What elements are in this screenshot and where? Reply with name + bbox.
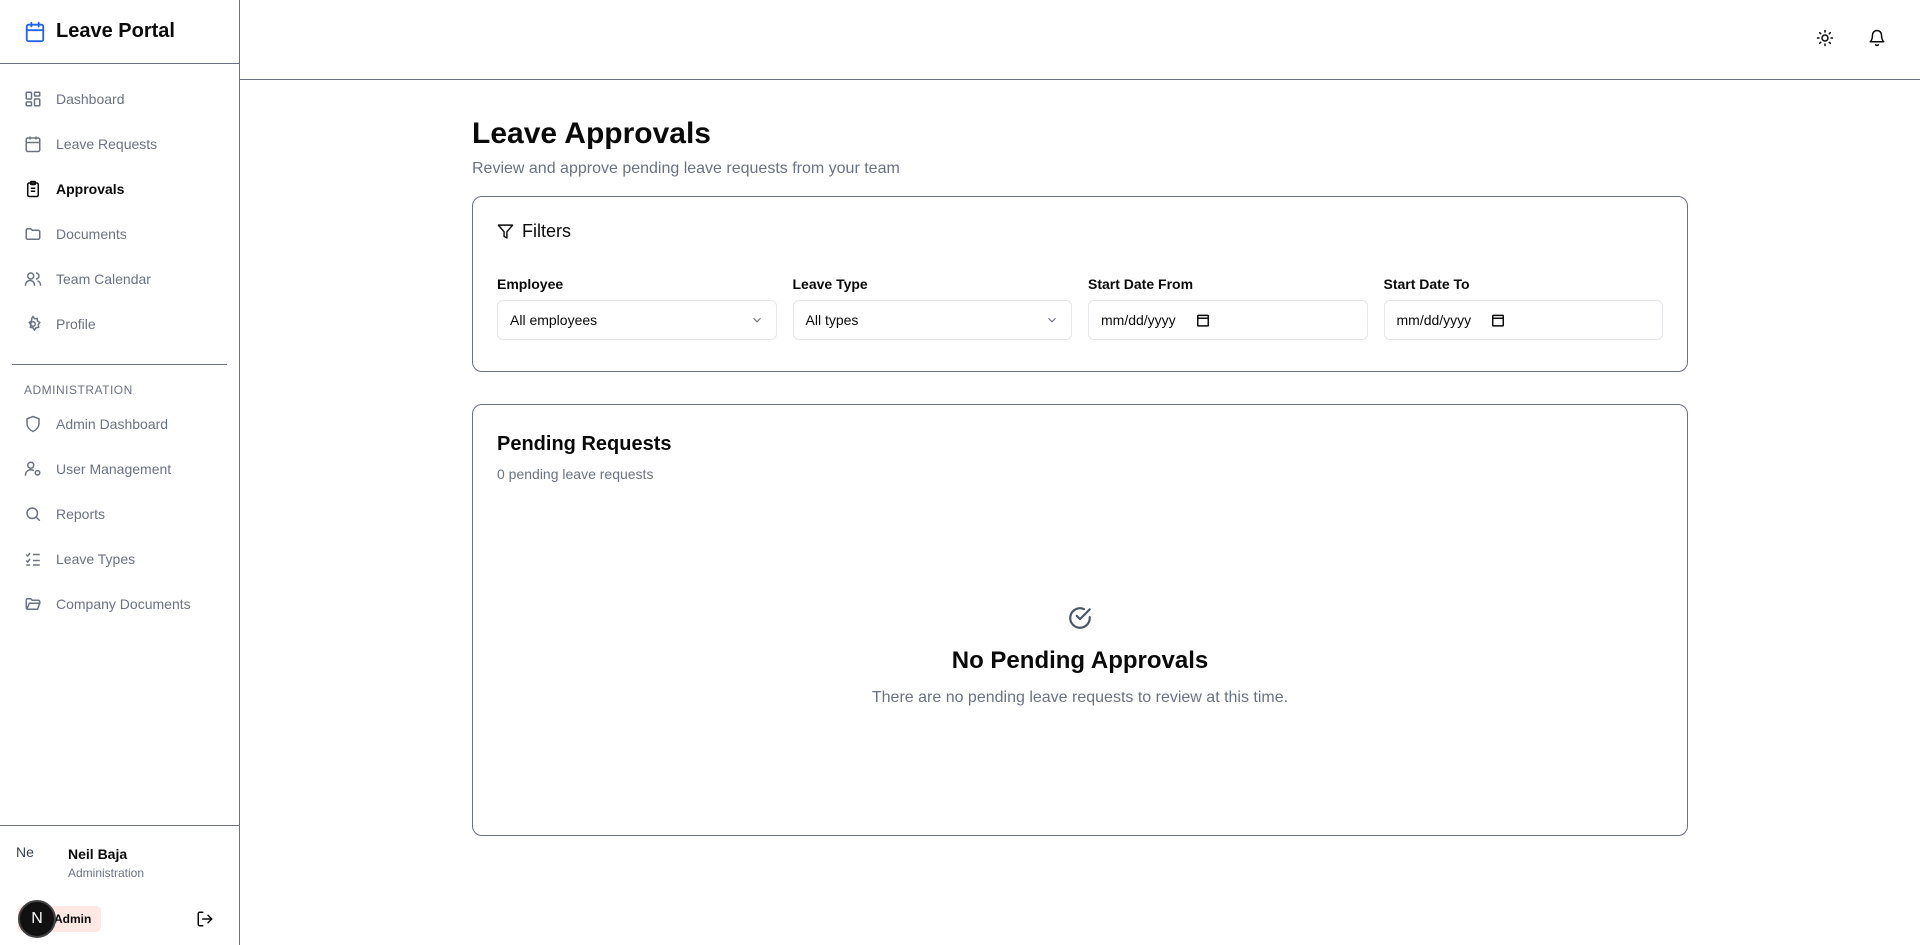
filters-heading: Filters <box>497 221 1663 242</box>
start-date-from-label: Start Date From <box>1088 276 1194 292</box>
chevron-down-icon <box>750 313 764 327</box>
calendar-picker-icon[interactable] <box>1491 313 1505 327</box>
empty-state-text: There are no pending leave requests to r… <box>871 689 1289 706</box>
start-date-from-input[interactable]: mm/dd/yyyy <box>1088 300 1368 340</box>
leave-type-select-value: All types <box>805 312 859 328</box>
sidebar-item-approvals[interactable]: Approvals <box>0 166 239 211</box>
filters-title: Filters <box>522 221 571 241</box>
gear-icon <box>24 314 42 333</box>
sidebar-item-reports[interactable]: Reports <box>0 491 239 536</box>
page-subtitle: Review and approve pending leave request… <box>472 160 900 177</box>
leave-type-filter: Leave Type All types <box>792 276 1072 340</box>
calendar-picker-icon[interactable] <box>1196 313 1210 327</box>
sidebar: Leave Portal Dashboard Leave Requests Ap… <box>0 0 240 945</box>
sidebar-item-label: Dashboard <box>56 90 125 107</box>
sidebar-item-label: Reports <box>56 505 106 522</box>
employee-label: Employee <box>497 276 564 292</box>
sidebar-item-documents[interactable]: Documents <box>0 211 239 256</box>
clipboard-check-icon <box>24 180 42 198</box>
calendar-icon <box>24 135 42 153</box>
search-icon <box>24 505 42 523</box>
shield-icon <box>24 415 42 433</box>
pending-requests-count: 0 pending leave requests <box>497 466 654 482</box>
sidebar-item-leave-types[interactable]: Leave Types <box>0 536 239 581</box>
notifications-button[interactable] <box>1868 29 1888 49</box>
avatar[interactable]: Ne <box>16 844 54 882</box>
sidebar-item-label: Documents <box>56 225 127 242</box>
page-title: Leave Approvals <box>472 117 711 150</box>
sidebar-item-user-management[interactable]: User Management <box>0 446 239 491</box>
sidebar-item-leave-requests[interactable]: Leave Requests <box>0 121 239 166</box>
employee-select-value: All employees <box>510 312 598 328</box>
start-date-from-filter: Start Date From mm/dd/yyyy <box>1088 276 1368 340</box>
logout-button[interactable] <box>196 910 214 928</box>
filters-row: Employee All employees Leave Type All ty… <box>497 276 1663 340</box>
sidebar-item-dashboard[interactable]: Dashboard <box>0 76 239 121</box>
sidebar-item-label: Team Calendar <box>56 270 151 287</box>
sidebar-item-label: Admin Dashboard <box>56 415 169 432</box>
sidebar-item-company-documents[interactable]: Company Documents <box>0 581 239 626</box>
pending-requests-card: Pending Requests 0 pending leave request… <box>472 404 1688 836</box>
empty-state-title: No Pending Approvals <box>951 647 1209 674</box>
sidebar-item-label: Leave Types <box>56 550 136 567</box>
dashboard-icon <box>24 90 42 108</box>
employee-filter: Employee All employees <box>497 276 777 340</box>
calendar-icon <box>24 21 46 43</box>
circle-check-icon <box>1067 605 1093 631</box>
leave-type-select[interactable]: All types <box>792 300 1072 340</box>
bell-icon <box>1868 29 1886 49</box>
user-name: Neil Baja <box>68 846 128 862</box>
sidebar-item-profile[interactable]: Profile <box>0 301 239 346</box>
theme-toggle-button[interactable] <box>1816 29 1836 49</box>
sun-icon <box>1816 29 1834 49</box>
logout-icon <box>196 910 214 928</box>
chevron-down-icon <box>1045 313 1059 327</box>
empty-state: No Pending Approvals There are no pendin… <box>473 605 1687 707</box>
users-icon <box>24 270 42 288</box>
list-checks-icon <box>24 550 42 568</box>
app-title: Leave Portal <box>56 20 175 42</box>
folder-icon <box>24 225 42 243</box>
sidebar-item-admin-dashboard[interactable]: Admin Dashboard <box>0 401 239 446</box>
main-content: Leave Approvals Review and approve pendi… <box>472 80 1688 836</box>
user-panel: Ne Neil Baja Administration Admin N <box>0 825 239 945</box>
main-nav: Dashboard Leave Requests Approvals Docum… <box>0 64 239 626</box>
sidebar-item-label: Leave Requests <box>56 135 158 152</box>
employee-select[interactable]: All employees <box>497 300 777 340</box>
filters-card: Filters Employee All employees Leave Typ… <box>472 196 1688 372</box>
start-date-to-filter: Start Date To mm/dd/yyyy <box>1383 276 1663 340</box>
sidebar-item-label: Profile <box>56 315 96 332</box>
filter-icon <box>497 223 514 240</box>
sidebar-item-team-calendar[interactable]: Team Calendar <box>0 256 239 301</box>
start-date-to-input[interactable]: mm/dd/yyyy <box>1383 300 1663 340</box>
user-department: Administration <box>68 866 145 880</box>
sidebar-item-label: User Management <box>56 460 172 477</box>
sidebar-item-label: Approvals <box>56 180 125 197</box>
start-date-from-placeholder: mm/dd/yyyy <box>1101 312 1176 328</box>
avatar-bubble[interactable]: N <box>18 900 56 938</box>
sidebar-divider <box>12 364 227 365</box>
start-date-to-placeholder: mm/dd/yyyy <box>1396 312 1472 328</box>
start-date-to-label: Start Date To <box>1383 276 1470 292</box>
user-cog-icon <box>24 460 42 478</box>
brand[interactable]: Leave Portal <box>0 0 239 64</box>
admin-section-label: ADMINISTRATION <box>24 383 133 397</box>
pending-requests-title: Pending Requests <box>497 433 672 455</box>
leave-type-label: Leave Type <box>792 276 868 292</box>
folder-open-icon <box>24 595 42 613</box>
sidebar-item-label: Company Documents <box>56 595 191 612</box>
top-header <box>240 0 1920 80</box>
